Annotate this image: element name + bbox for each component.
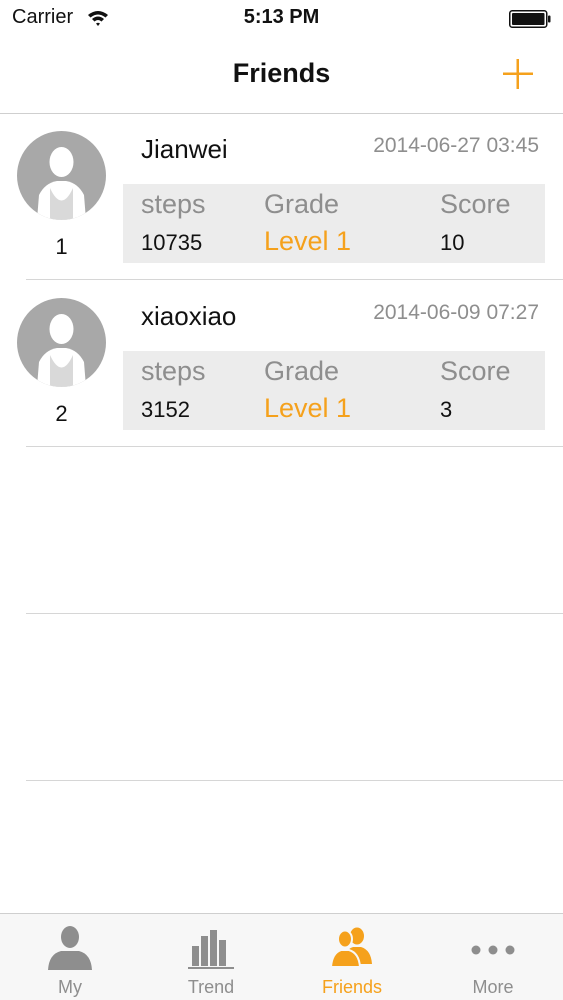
- empty-row-divider: [26, 613, 563, 614]
- friend-name: xiaoxiao: [141, 301, 237, 331]
- battery-icon: [509, 10, 551, 28]
- rank-number: 2: [55, 401, 68, 426]
- page-title: Friends: [232, 58, 331, 88]
- stats-panel: steps Grade Score 3152 Level 1 3: [123, 351, 545, 430]
- person-silhouette-icon: [37, 314, 86, 387]
- navigation-bar: Friends: [0, 38, 563, 114]
- row-divider: [26, 279, 563, 280]
- plus-icon: [503, 59, 533, 89]
- steps-label: steps: [141, 189, 206, 219]
- tab-bar: My Trend Friends More: [0, 913, 563, 1000]
- avatar: [17, 298, 106, 387]
- avatar: [17, 131, 106, 220]
- bar-chart-icon: [188, 930, 234, 969]
- tab-trend[interactable]: Trend: [141, 914, 281, 1000]
- tab-label: Trend: [187, 977, 235, 997]
- person-icon: [48, 926, 92, 970]
- status-bar: Carrier 5:13 PM: [0, 0, 563, 38]
- tab-friends[interactable]: Friends: [282, 914, 422, 1000]
- friend-list-item[interactable]: 2 xiaoxiao 2014-06-09 07:27 steps Grade …: [0, 281, 563, 448]
- status-time: 5:13 PM: [243, 6, 320, 28]
- empty-row-divider: [26, 780, 563, 781]
- score-value: 3: [440, 397, 453, 422]
- friend-list-item[interactable]: 1 Jianwei 2014-06-27 03:45 steps Grade S…: [0, 114, 563, 281]
- grade-label: Grade: [264, 356, 340, 386]
- rank-number: 1: [55, 234, 68, 259]
- grade-label: Grade: [264, 189, 340, 219]
- tab-label: More: [472, 977, 514, 997]
- score-label: Score: [440, 189, 511, 219]
- tab-label: My: [58, 977, 82, 997]
- person-silhouette-icon: [37, 147, 86, 220]
- steps-value: 3152: [141, 397, 190, 422]
- add-friend-button[interactable]: [498, 54, 538, 94]
- row-divider: [26, 446, 563, 447]
- grade-value: Level 1: [264, 226, 352, 256]
- more-dots-icon: [471, 945, 515, 955]
- steps-value: 10735: [141, 230, 203, 255]
- friend-name: Jianwei: [141, 134, 228, 164]
- grade-value: Level 1: [264, 393, 352, 423]
- last-update-timestamp: 2014-06-09 07:27: [373, 301, 539, 324]
- friends-icon: [329, 927, 372, 968]
- tab-label: Friends: [321, 977, 383, 997]
- last-update-timestamp: 2014-06-27 03:45: [373, 134, 539, 157]
- steps-label: steps: [141, 356, 206, 386]
- score-label: Score: [440, 356, 511, 386]
- stats-panel: steps Grade Score 10735 Level 1 10: [123, 184, 545, 263]
- score-value: 10: [440, 230, 465, 255]
- tab-my[interactable]: My: [0, 914, 140, 1000]
- tab-more[interactable]: More: [423, 914, 563, 1000]
